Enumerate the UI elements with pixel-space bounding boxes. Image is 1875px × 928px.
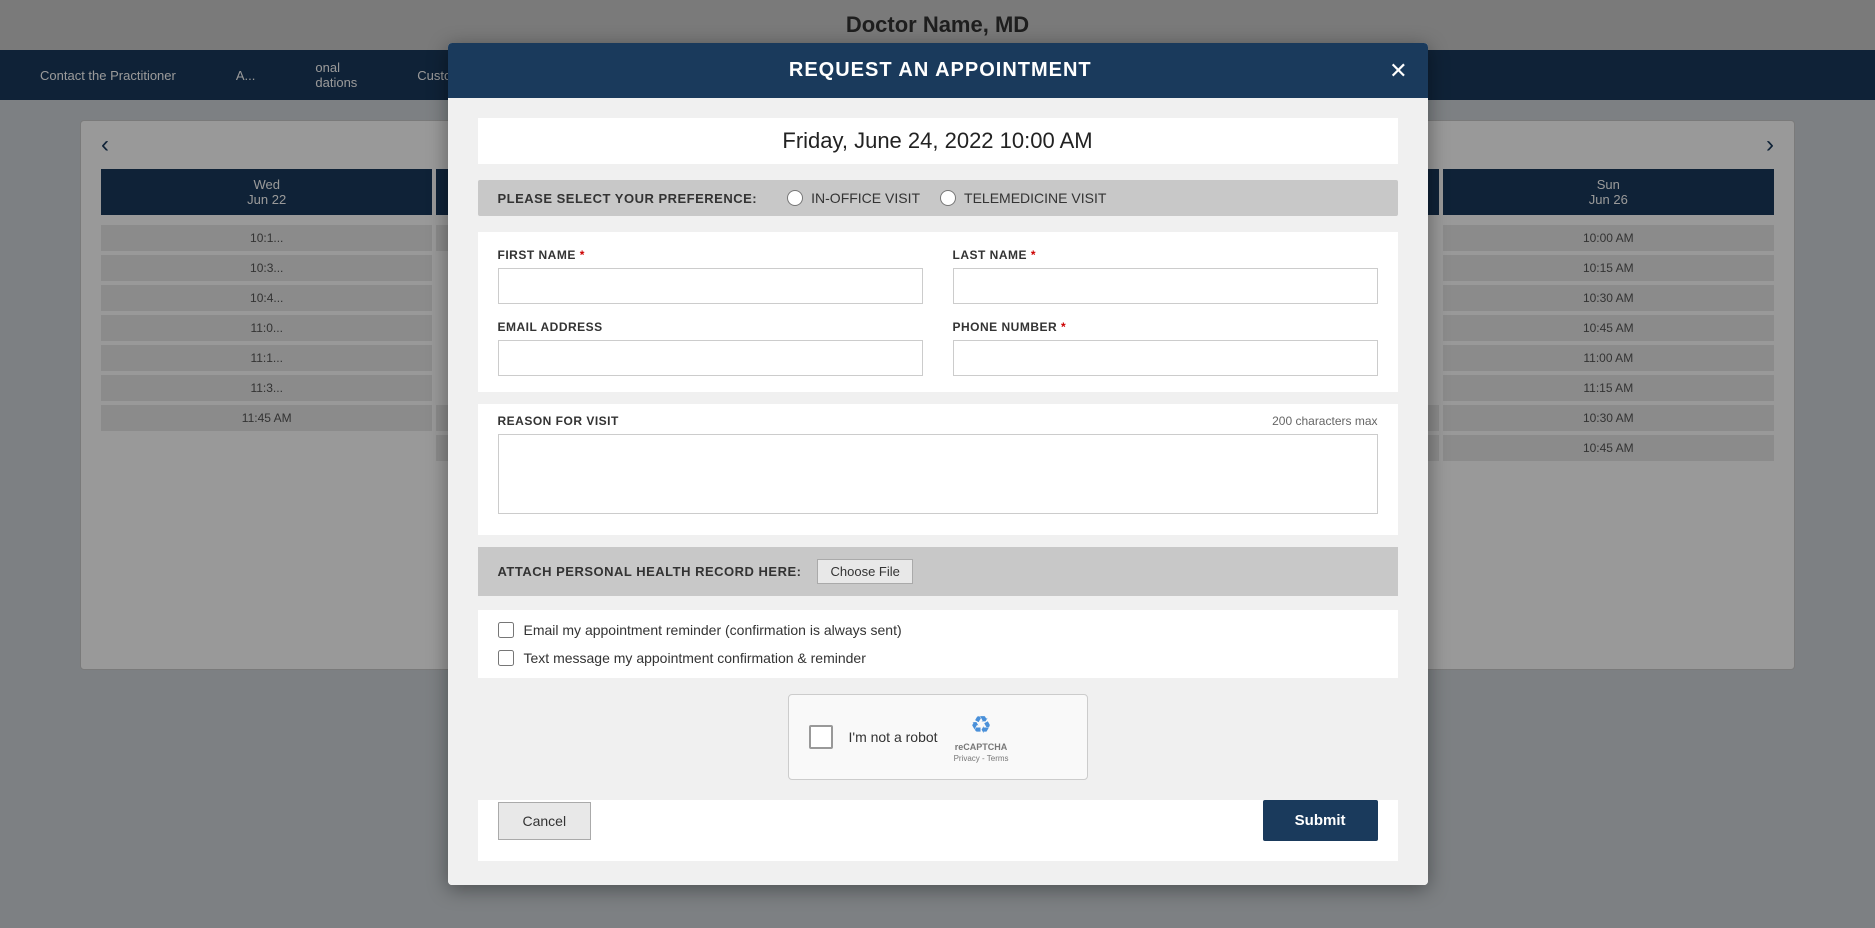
attach-bar: ATTACH PERSONAL HEALTH RECORD HERE: Choo… bbox=[478, 547, 1398, 596]
appointment-date: Friday, June 24, 2022 10:00 AM bbox=[478, 118, 1398, 164]
form-grid: FIRST NAME * LAST NAME * EMAIL ADDRESS P… bbox=[478, 232, 1398, 392]
in-office-label: IN-OFFICE VISIT bbox=[811, 190, 920, 206]
in-office-option[interactable]: IN-OFFICE VISIT bbox=[787, 190, 920, 206]
phone-required: * bbox=[1061, 320, 1066, 334]
email-reminder-label: Email my appointment reminder (confirmat… bbox=[524, 622, 902, 638]
checkboxes-section: Email my appointment reminder (confirmat… bbox=[478, 610, 1398, 678]
recaptcha-checkbox[interactable] bbox=[809, 725, 833, 749]
preference-label: PLEASE SELECT YOUR PREFERENCE: bbox=[498, 191, 758, 206]
modal-body: Friday, June 24, 2022 10:00 AM PLEASE SE… bbox=[448, 98, 1428, 885]
email-field: EMAIL ADDRESS bbox=[498, 320, 923, 376]
last-name-field: LAST NAME * bbox=[953, 248, 1378, 304]
recaptcha-box[interactable]: I'm not a robot ♻ reCAPTCHA Privacy - Te… bbox=[788, 694, 1088, 780]
text-reminder-checkbox[interactable] bbox=[498, 650, 514, 666]
in-office-radio[interactable] bbox=[787, 190, 803, 206]
email-input[interactable] bbox=[498, 340, 923, 376]
telemedicine-option[interactable]: TELEMEDICINE VISIT bbox=[940, 190, 1106, 206]
phone-label: PHONE NUMBER * bbox=[953, 320, 1378, 334]
reason-section: REASON FOR VISIT 200 characters max bbox=[478, 404, 1398, 535]
first-name-field: FIRST NAME * bbox=[498, 248, 923, 304]
choose-file-button[interactable]: Choose File bbox=[817, 559, 912, 584]
recaptcha-text: I'm not a robot bbox=[849, 729, 938, 745]
modal-close-button[interactable]: ✕ bbox=[1389, 60, 1407, 82]
recaptcha-logo: ♻ reCAPTCHA Privacy - Terms bbox=[954, 711, 1009, 763]
appointment-modal: REQUEST AN APPOINTMENT ✕ Friday, June 24… bbox=[448, 43, 1428, 885]
recaptcha-icon: ♻ bbox=[970, 711, 992, 740]
telemedicine-radio[interactable] bbox=[940, 190, 956, 206]
submit-button[interactable]: Submit bbox=[1263, 800, 1378, 841]
email-label: EMAIL ADDRESS bbox=[498, 320, 923, 334]
last-name-label: LAST NAME * bbox=[953, 248, 1378, 262]
email-reminder-checkbox[interactable] bbox=[498, 622, 514, 638]
text-reminder-label: Text message my appointment confirmation… bbox=[524, 650, 866, 666]
preference-bar: PLEASE SELECT YOUR PREFERENCE: IN-OFFICE… bbox=[478, 180, 1398, 216]
first-name-required: * bbox=[580, 248, 585, 262]
last-name-required: * bbox=[1031, 248, 1036, 262]
reason-textarea[interactable] bbox=[498, 434, 1378, 514]
recaptcha-section: I'm not a robot ♻ reCAPTCHA Privacy - Te… bbox=[478, 694, 1398, 780]
modal-header: REQUEST AN APPOINTMENT ✕ bbox=[448, 43, 1428, 98]
attach-label: ATTACH PERSONAL HEALTH RECORD HERE: bbox=[498, 564, 802, 579]
phone-field: PHONE NUMBER * bbox=[953, 320, 1378, 376]
modal-footer: Cancel Submit bbox=[478, 800, 1398, 861]
phone-input[interactable] bbox=[953, 340, 1378, 376]
recaptcha-brand: reCAPTCHA bbox=[955, 742, 1008, 752]
cancel-button[interactable]: Cancel bbox=[498, 802, 592, 840]
modal-title: REQUEST AN APPOINTMENT bbox=[492, 59, 1390, 82]
char-limit: 200 characters max bbox=[1272, 414, 1377, 428]
email-reminder-row[interactable]: Email my appointment reminder (confirmat… bbox=[498, 622, 1378, 638]
text-reminder-row[interactable]: Text message my appointment confirmation… bbox=[498, 650, 1378, 666]
first-name-label: FIRST NAME * bbox=[498, 248, 923, 262]
reason-header: REASON FOR VISIT 200 characters max bbox=[498, 414, 1378, 428]
telemedicine-label: TELEMEDICINE VISIT bbox=[964, 190, 1106, 206]
reason-label: REASON FOR VISIT bbox=[498, 414, 619, 428]
first-name-input[interactable] bbox=[498, 268, 923, 304]
recaptcha-links: Privacy - Terms bbox=[954, 754, 1009, 763]
last-name-input[interactable] bbox=[953, 268, 1378, 304]
